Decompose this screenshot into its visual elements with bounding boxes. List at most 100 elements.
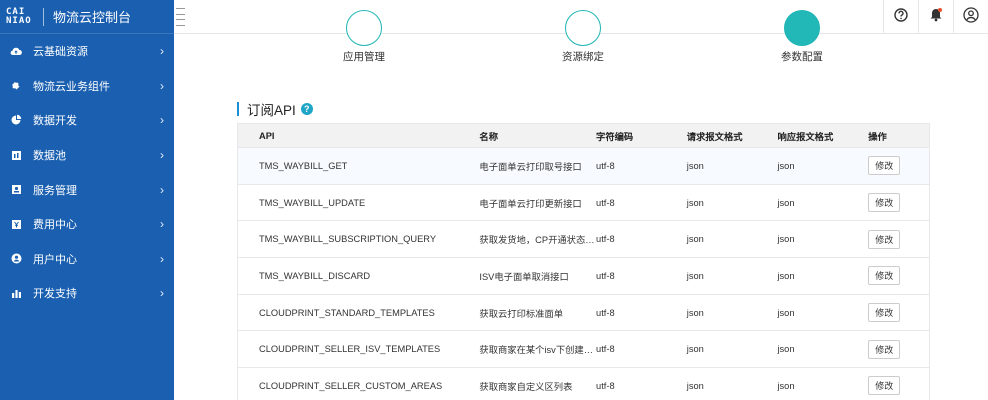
sidebar-item-billing-center[interactable]: 费用中心 › (0, 207, 174, 242)
sidebar: CAI NIAO 物流云控制台 云基础资源 › 物流云业务组件 › 数据开发 › (0, 0, 174, 400)
console-title: 物流云控制台 (53, 10, 132, 25)
logo-line-2: NIAO (6, 15, 32, 26)
sidebar-item-label: 云基础资源 (33, 46, 88, 59)
cell-name: 获取商家自定义区列表 (479, 381, 573, 392)
puzzle-icon (10, 80, 22, 92)
sidebar-item-label: 开发支持 (33, 288, 77, 301)
api-table: API 名称 字符编码 请求报文格式 响应报文格式 操作 TMS_WAYBILL… (237, 123, 930, 400)
cell-api: CLOUDPRINT_STANDARD_TEMPLATES (259, 307, 435, 318)
step-label: 参数配置 (781, 51, 823, 63)
cell-response-format: json (777, 344, 795, 355)
step-progress: 应用管理 资源绑定 参数配置 (174, 10, 988, 70)
cell-name: 电子面单云打印取号接口 (479, 161, 582, 172)
notification-button[interactable] (918, 0, 953, 34)
cell-request-format: json (686, 234, 704, 245)
cell-request-format: json (686, 160, 704, 171)
sidebar-item-label: 数据池 (33, 150, 66, 163)
step-circle (565, 10, 601, 46)
cainiao-logo: CAI NIAO (6, 7, 32, 26)
table-row: TMS_WAYBILL_SUBSCRIPTION_QUERY 获取发货地，CP开… (238, 221, 929, 259)
account-button[interactable] (953, 0, 988, 34)
sidebar-item-dev-support[interactable]: 开发支持 › (0, 276, 174, 311)
user-icon (10, 253, 22, 265)
sidebar-item-label: 数据开发 (33, 115, 77, 128)
cell-name: 电子面单云打印更新接口 (479, 198, 582, 209)
brand[interactable]: CAI NIAO 物流云控制台 (0, 0, 174, 34)
cell-encoding: utf-8 (596, 270, 615, 281)
cell-encoding: utf-8 (596, 344, 615, 355)
edit-button[interactable]: 修改 (868, 303, 901, 323)
main-content: 应用管理 资源绑定 参数配置 订阅API ? API 名称 字符编码 请求报文格… (174, 10, 988, 400)
chevron-right-icon: › (160, 44, 164, 59)
step-circle (346, 10, 382, 46)
help-icon (894, 7, 908, 27)
pie-chart-icon (10, 114, 22, 126)
billing-icon (10, 218, 22, 230)
cell-name: 获取云打印标准面单 (479, 308, 564, 319)
edit-button[interactable]: 修改 (868, 193, 901, 213)
edit-button[interactable]: 修改 (868, 229, 901, 249)
cell-name: 获取发货地，CP开通状态… (479, 235, 595, 246)
sidebar-item-label: 费用中心 (33, 219, 77, 232)
sidebar-item-service-management[interactable]: 服务管理 › (0, 172, 174, 207)
col-name: 名称 (479, 131, 498, 142)
edit-button[interactable]: 修改 (868, 266, 901, 286)
col-encoding: 字符编码 (596, 131, 634, 142)
edit-button[interactable]: 修改 (868, 339, 901, 359)
edit-button[interactable]: 修改 (868, 376, 901, 396)
cloud-icon (10, 45, 22, 57)
sidebar-item-logistics-components[interactable]: 物流云业务组件 › (0, 69, 174, 104)
menu-toggle-icon[interactable] (176, 8, 185, 26)
chevron-right-icon: › (160, 286, 164, 301)
table-row: CLOUDPRINT_STANDARD_TEMPLATES 获取云打印标准面单 … (238, 294, 929, 332)
col-api: API (259, 130, 275, 141)
cell-api: TMS_WAYBILL_SUBSCRIPTION_QUERY (259, 234, 437, 245)
cell-request-format: json (686, 307, 704, 318)
cell-encoding: utf-8 (596, 234, 615, 245)
cell-request-format: json (686, 380, 704, 391)
sidebar-item-label: 服务管理 (33, 184, 77, 197)
cell-response-format: json (777, 270, 795, 281)
sidebar-item-data-pool[interactable]: 数据池 › (0, 138, 174, 173)
bar-chart-icon (10, 287, 22, 299)
col-request-format: 请求报文格式 (686, 131, 743, 142)
help-button[interactable] (883, 0, 918, 34)
table-header: API 名称 字符编码 请求报文格式 响应报文格式 操作 (238, 124, 929, 148)
cell-response-format: json (777, 380, 795, 391)
cell-api: TMS_WAYBILL_UPDATE (259, 197, 366, 208)
cell-api: CLOUDPRINT_SELLER_CUSTOM_AREAS (259, 380, 443, 391)
question-icon[interactable]: ? (300, 103, 313, 115)
step-label: 应用管理 (343, 51, 385, 63)
section-accent-bar (237, 102, 239, 116)
cell-response-format: json (777, 234, 795, 245)
section-title: 订阅API (247, 103, 296, 118)
brand-divider (43, 7, 44, 26)
sidebar-item-user-center[interactable]: 用户中心 › (0, 242, 174, 277)
cell-encoding: utf-8 (596, 197, 615, 208)
chevron-right-icon: › (160, 113, 164, 128)
account-avatar-icon (963, 6, 979, 28)
cell-api: TMS_WAYBILL_GET (259, 160, 348, 171)
notification-bell-icon (930, 7, 942, 27)
cell-request-format: json (686, 270, 704, 281)
sidebar-item-label: 用户中心 (33, 253, 77, 266)
sidebar-item-data-development[interactable]: 数据开发 › (0, 103, 174, 138)
table-row: TMS_WAYBILL_DISCARD ISV电子面单取消接口 utf-8 js… (238, 258, 929, 295)
sidebar-item-cloud-resources[interactable]: 云基础资源 › (0, 34, 174, 69)
cell-name: 获取商家在某个isv下创建… (479, 345, 594, 356)
step-label: 资源绑定 (562, 51, 604, 63)
cell-response-format: json (777, 197, 795, 208)
table-row: TMS_WAYBILL_GET 电子面单云打印取号接口 utf-8 json j… (238, 148, 929, 185)
cell-api: TMS_WAYBILL_DISCARD (259, 270, 371, 281)
step-circle-active (784, 10, 820, 46)
edit-button[interactable]: 修改 (868, 156, 901, 176)
table-row: CLOUDPRINT_SELLER_CUSTOM_AREAS 获取商家自定义区列… (238, 368, 929, 400)
col-action: 操作 (868, 131, 887, 142)
cell-request-format: json (686, 197, 704, 208)
cell-request-format: json (686, 344, 704, 355)
chevron-right-icon: › (160, 182, 164, 197)
cell-api: CLOUDPRINT_SELLER_ISV_TEMPLATES (259, 344, 441, 355)
cell-encoding: utf-8 (596, 160, 615, 171)
col-response-format: 响应报文格式 (777, 131, 834, 142)
table-row: CLOUDPRINT_SELLER_ISV_TEMPLATES 获取商家在某个i… (238, 331, 929, 369)
